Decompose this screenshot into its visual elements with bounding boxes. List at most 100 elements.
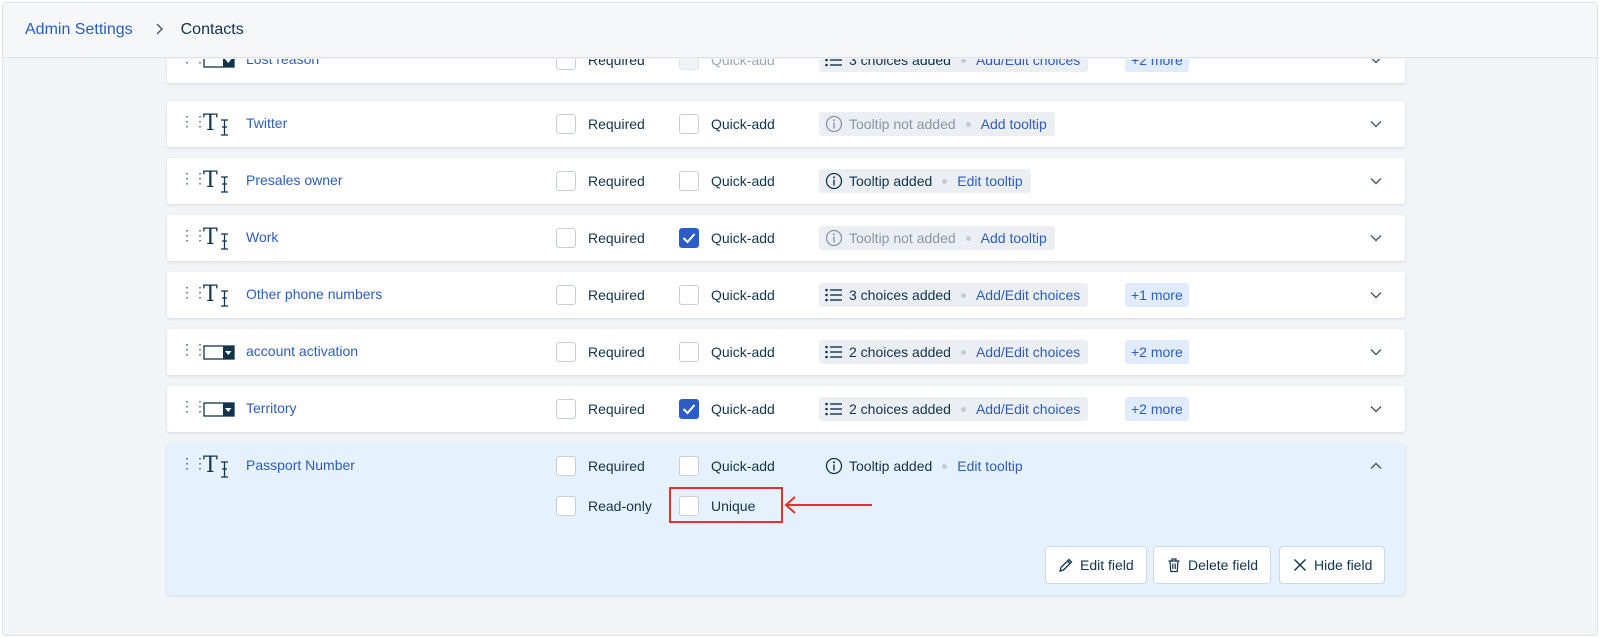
field-name[interactable]: account activation (246, 343, 358, 359)
drag-handle-icon[interactable]: ⋮⋮ (180, 114, 207, 130)
required-checkbox[interactable] (556, 59, 576, 70)
chevron-down-icon[interactable] (1369, 402, 1383, 416)
choices-count: 3 choices added (849, 59, 951, 68)
svg-text:T: T (203, 168, 218, 193)
field-name[interactable]: Work (246, 229, 278, 245)
field-name[interactable]: Other phone numbers (246, 286, 382, 302)
required-checkbox[interactable] (556, 228, 576, 248)
add-tooltip-link[interactable]: Add tooltip (981, 116, 1047, 132)
info-icon (825, 229, 843, 247)
more-choices-badge[interactable]: +1 more (1125, 283, 1189, 307)
chevron-right-icon (155, 22, 163, 38)
checkmark-icon (682, 233, 696, 244)
field-name[interactable]: Lost reason (246, 59, 319, 67)
more-choices-badge[interactable]: +2 more (1125, 397, 1189, 421)
separator-dot (965, 235, 971, 241)
quick-add-checkbox[interactable] (679, 59, 699, 70)
drag-handle-icon[interactable]: ⋮⋮ (180, 228, 207, 244)
chevron-down-icon[interactable] (1369, 59, 1383, 67)
field-row-territory[interactable]: ⋮⋮ Territory Required Quick-add 2 choice… (167, 386, 1405, 432)
required-checkbox[interactable] (556, 399, 576, 419)
quick-add-checkbox-checked[interactable] (679, 228, 699, 248)
edit-choices-link[interactable]: Add/Edit choices (976, 344, 1080, 360)
chevron-down-icon[interactable] (1369, 231, 1383, 245)
required-checkbox[interactable] (556, 342, 576, 362)
chevron-down-icon[interactable] (1369, 345, 1383, 359)
edit-choices-link[interactable]: Add/Edit choices (976, 59, 1080, 68)
delete-field-label: Delete field (1188, 557, 1259, 573)
chevron-down-icon[interactable] (1369, 117, 1383, 131)
breadcrumb-admin-settings[interactable]: Admin Settings (25, 21, 133, 39)
quick-add-checkbox[interactable] (679, 342, 699, 362)
drag-handle-icon[interactable]: ⋮⋮ (180, 59, 207, 66)
edit-tooltip-link[interactable]: Edit tooltip (957, 458, 1022, 474)
more-choices-badge[interactable]: +2 more (1125, 340, 1189, 364)
quick-add-checkbox[interactable] (679, 456, 699, 476)
read-only-checkbox[interactable] (556, 496, 576, 516)
list-icon (825, 402, 842, 416)
field-name[interactable]: Twitter (246, 115, 287, 131)
edit-choices-link[interactable]: Add/Edit choices (976, 401, 1080, 417)
chevron-up-icon[interactable] (1369, 459, 1383, 473)
hide-field-button[interactable]: Hide field (1279, 546, 1386, 584)
tooltip-status: Tooltip added (849, 458, 933, 474)
quick-add-label: Quick-add (711, 344, 775, 360)
quick-add-checkbox[interactable] (679, 114, 699, 134)
required-checkbox[interactable] (556, 285, 576, 305)
delete-field-button[interactable]: Delete field (1153, 546, 1272, 584)
separator-dot (942, 463, 948, 469)
trash-icon (1168, 558, 1180, 573)
quick-add-checkbox[interactable] (679, 285, 699, 305)
text-field-icon: T (203, 281, 233, 309)
field-row-passport-number[interactable]: ⋮⋮ T Passport Number Required Quick-add … (167, 443, 1405, 595)
required-label: Required (588, 287, 645, 303)
field-row-lost-reason[interactable]: ⋮⋮ Lost reason Required Quick-add 3 choi… (167, 59, 1405, 83)
field-name[interactable]: Territory (246, 400, 297, 416)
quick-add-label: Quick-add (711, 59, 775, 68)
quick-add-label: Quick-add (711, 173, 775, 189)
info-icon (825, 115, 843, 133)
required-label: Required (588, 401, 645, 417)
drag-handle-icon[interactable]: ⋮⋮ (180, 171, 207, 187)
edit-tooltip-link[interactable]: Edit tooltip (957, 173, 1022, 189)
separator-dot (960, 59, 966, 63)
tooltip-status: Tooltip added (849, 173, 933, 189)
required-label: Required (588, 344, 645, 360)
read-only-label: Read-only (588, 498, 652, 514)
field-name[interactable]: Passport Number (246, 457, 355, 473)
quick-add-checkbox-checked[interactable] (679, 399, 699, 419)
quick-add-checkbox[interactable] (679, 171, 699, 191)
tooltip-status: Tooltip not added (849, 230, 956, 246)
required-checkbox[interactable] (556, 456, 576, 476)
tooltip-badge: Tooltip added Edit tooltip (819, 454, 1031, 478)
page-header: Admin Settings Contacts (3, 3, 1597, 58)
separator-dot (960, 406, 966, 412)
text-field-icon: T (203, 167, 233, 195)
list-icon (825, 59, 842, 67)
drag-handle-icon[interactable]: ⋮⋮ (180, 342, 207, 358)
drag-handle-icon[interactable]: ⋮⋮ (180, 285, 207, 301)
edit-choices-link[interactable]: Add/Edit choices (976, 287, 1080, 303)
tooltip-badge: Tooltip added Edit tooltip (819, 169, 1031, 193)
drag-handle-icon[interactable]: ⋮⋮ (180, 456, 207, 472)
fields-list: ⋮⋮ Lost reason Required Quick-add 3 choi… (3, 59, 1597, 635)
chevron-down-icon[interactable] (1369, 288, 1383, 302)
more-choices-badge[interactable]: +2 more (1125, 59, 1189, 72)
field-row-presales-owner[interactable]: ⋮⋮ T Presales owner Required Quick-add T… (167, 158, 1405, 204)
chevron-down-icon[interactable] (1369, 174, 1383, 188)
add-tooltip-link[interactable]: Add tooltip (981, 230, 1047, 246)
app-window: Admin Settings Contacts ⋮⋮ Lost reason R… (2, 2, 1598, 636)
separator-dot (960, 349, 966, 355)
field-row-other-phone-numbers[interactable]: ⋮⋮ T Other phone numbers Required Quick-… (167, 272, 1405, 318)
required-checkbox[interactable] (556, 171, 576, 191)
required-checkbox[interactable] (556, 114, 576, 134)
field-row-work[interactable]: ⋮⋮ T Work Required Quick-add Tooltip not… (167, 215, 1405, 261)
drag-handle-icon[interactable]: ⋮⋮ (180, 399, 207, 415)
field-row-twitter[interactable]: ⋮⋮ T Twitter Required Quick-add Tooltip … (167, 101, 1405, 147)
info-icon (825, 172, 843, 190)
edit-field-button[interactable]: Edit field (1045, 546, 1147, 584)
field-name[interactable]: Presales owner (246, 172, 343, 188)
svg-text:T: T (203, 282, 218, 307)
field-row-account-activation[interactable]: ⋮⋮ account activation Required Quick-add… (167, 329, 1405, 375)
quick-add-label: Quick-add (711, 116, 775, 132)
